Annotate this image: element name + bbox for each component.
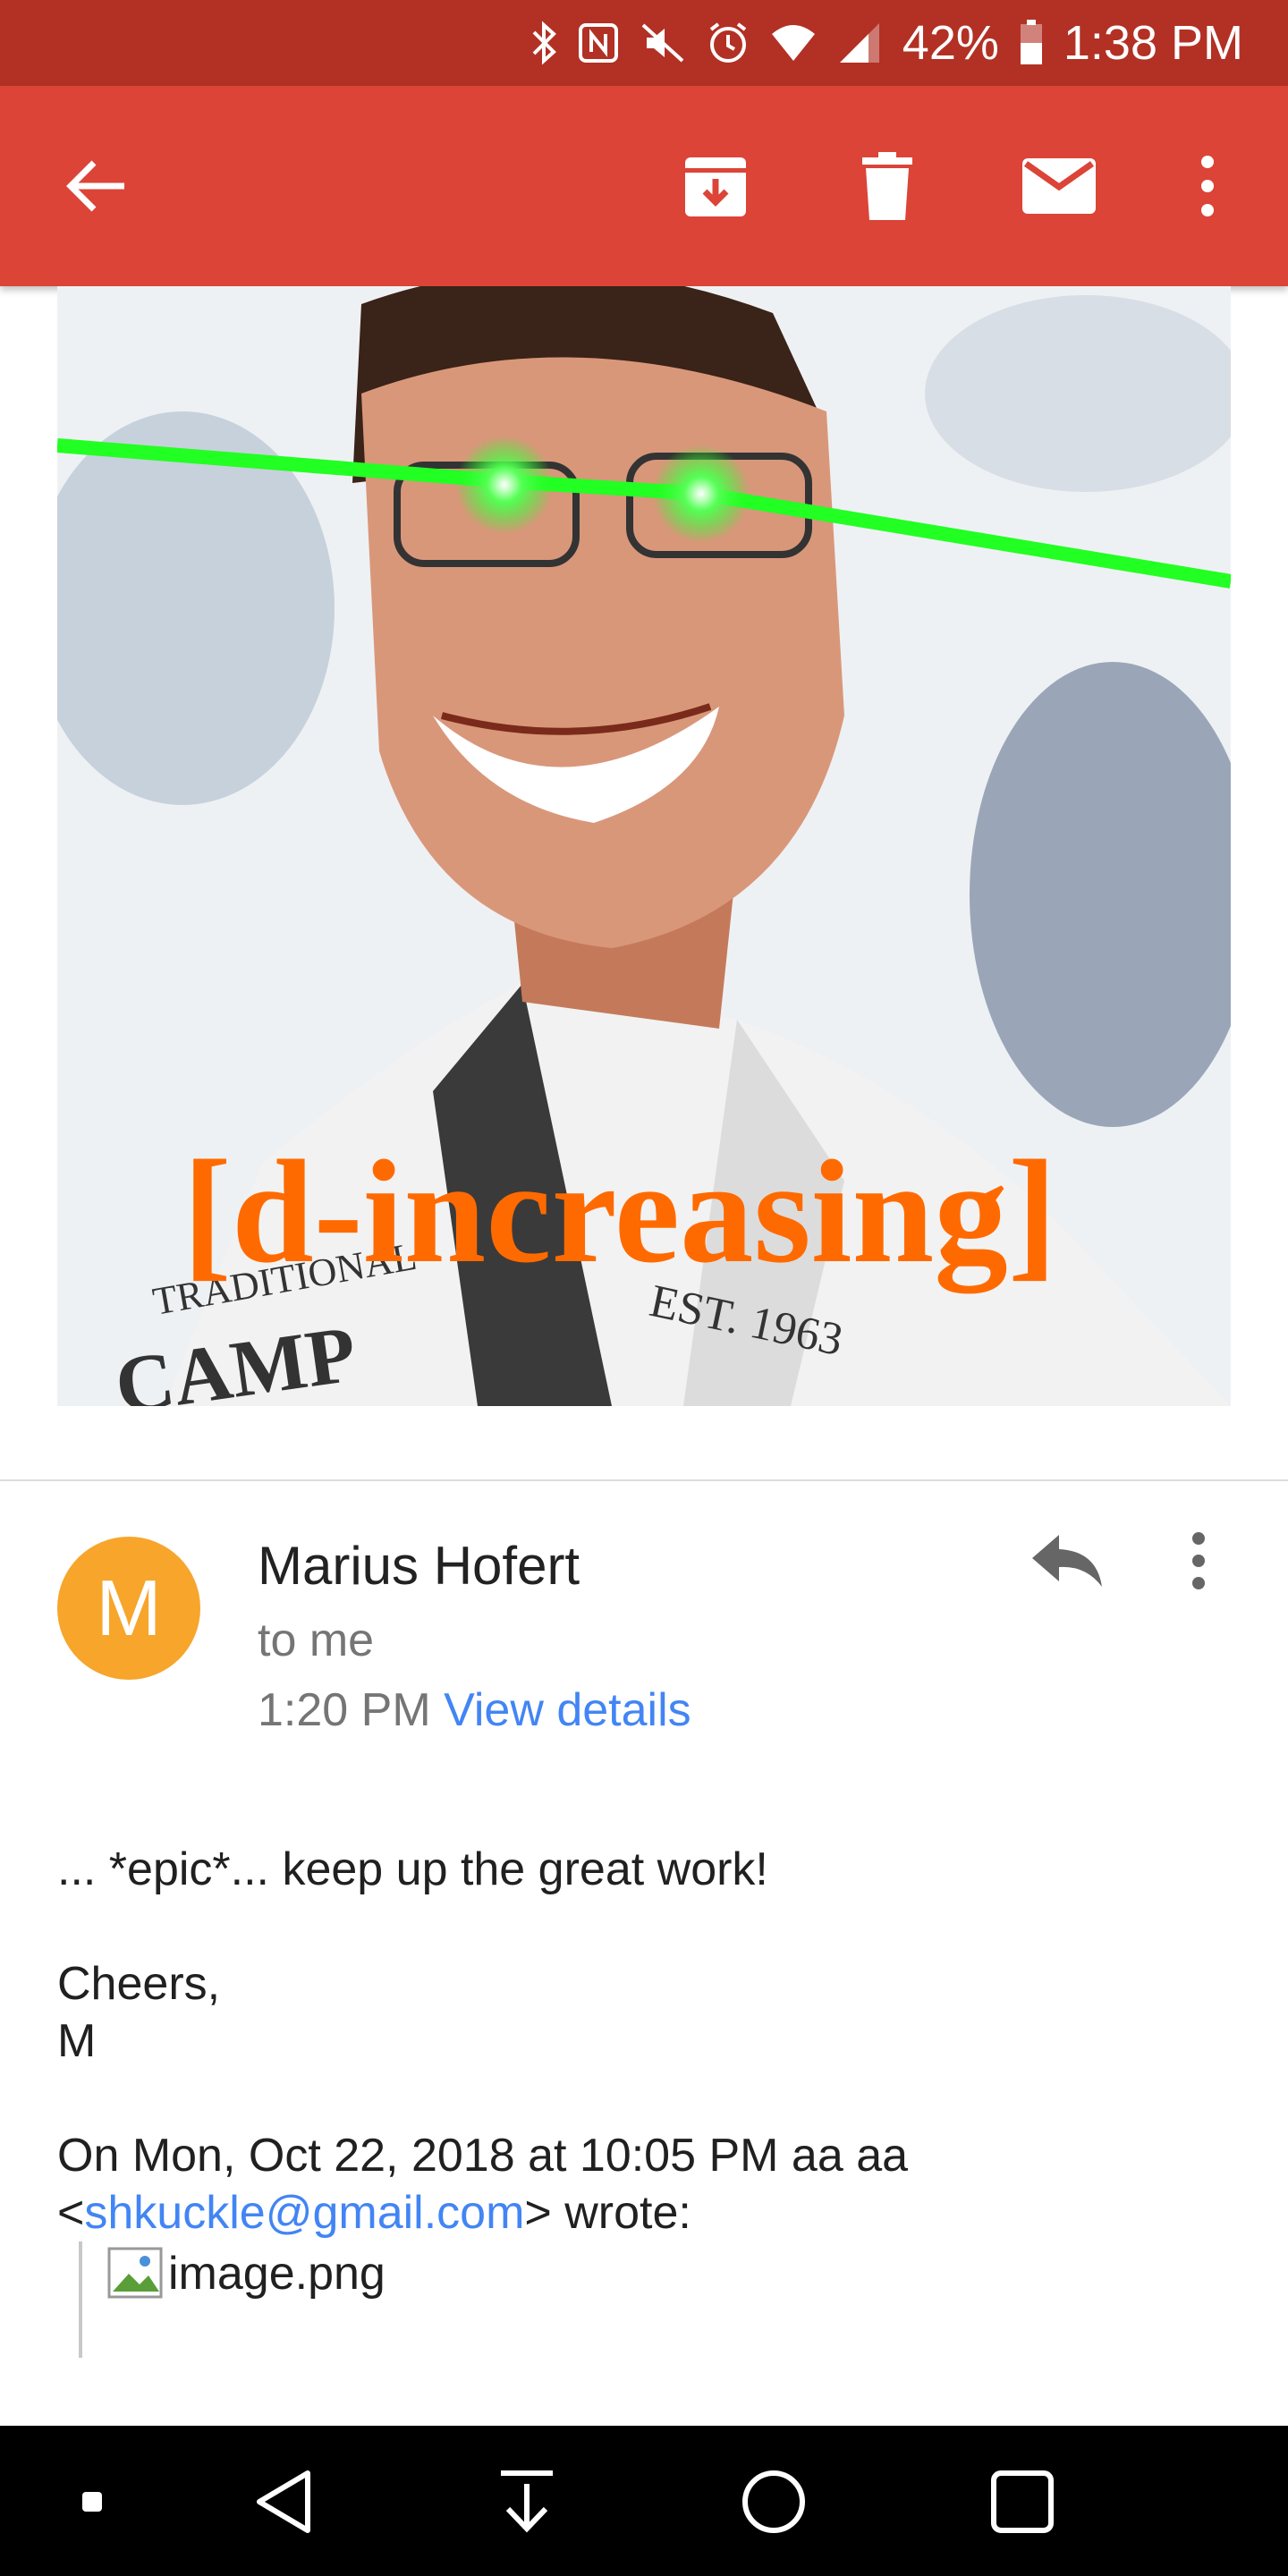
quote-bar <box>79 2241 82 2358</box>
message-divider <box>0 1479 1288 1481</box>
home-circle-icon <box>742 2470 805 2533</box>
nav-back-button[interactable] <box>243 2462 324 2542</box>
body-line: M <box>57 2015 97 2067</box>
recipient-label: to me <box>258 1614 375 1666</box>
email-link[interactable]: shkuckle@gmail.com <box>84 2187 524 2239</box>
reply-button[interactable] <box>1030 1531 1120 1603</box>
body-line: ... *epic*... keep up the great work! <box>57 1843 768 1895</box>
back-arrow-icon <box>66 160 124 212</box>
delete-icon <box>862 152 912 220</box>
back-button[interactable] <box>52 141 141 231</box>
mark-unread-button[interactable] <box>1014 141 1104 231</box>
quote-header-email-line: <shkuckle@gmail.com> wrote: <box>57 2186 691 2240</box>
meme-caption: [d-increasing] <box>182 1130 1057 1294</box>
message-more-button[interactable] <box>1190 1531 1243 1603</box>
archive-button[interactable] <box>671 141 760 231</box>
broken-image-icon <box>107 2247 163 2299</box>
sender-name: Marius Hofert <box>258 1536 580 1596</box>
bluetooth-icon <box>530 20 557 66</box>
body-line: Cheers, <box>57 1958 221 2010</box>
embedded-meme-image: TRADITIONAL EST. 1963 CAMP [d-increasing… <box>57 286 1231 1406</box>
reply-icon <box>1032 1535 1102 1587</box>
message-time: 1:20 PM <box>258 1684 431 1736</box>
battery-icon <box>1019 20 1044 66</box>
mark-unread-icon <box>1022 158 1096 214</box>
quote-header: On Mon, Oct 22, 2018 at 10:05 PM aa aa <box>57 2130 909 2182</box>
delete-button[interactable] <box>843 141 932 231</box>
app-bar <box>0 86 1288 286</box>
nav-dot-button[interactable] <box>52 2462 132 2542</box>
nav-recents-button[interactable] <box>982 2462 1063 2542</box>
battery-percent: 42% <box>902 16 999 70</box>
broken-image-placeholder: image.png <box>107 2247 386 2301</box>
back-triangle-icon <box>257 2470 310 2533</box>
download-arrow-icon <box>501 2470 553 2533</box>
view-details-link[interactable]: View details <box>444 1684 691 1736</box>
more-vert-icon <box>1201 156 1214 216</box>
avatar-letter: M <box>96 1563 162 1652</box>
meme-picture: TRADITIONAL EST. 1963 CAMP [d-increasing… <box>57 286 1231 1406</box>
message-time-row: 1:20 PM View details <box>258 1683 691 1737</box>
vibrate-mute-icon <box>640 21 686 64</box>
status-bar: 42% 1:38 PM <box>0 0 1288 86</box>
avatar[interactable]: M <box>57 1537 200 1680</box>
wifi-icon <box>770 23 817 63</box>
square-dot-icon <box>82 2492 102 2512</box>
alarm-icon <box>706 21 750 65</box>
system-nav-bar <box>0 2426 1288 2576</box>
recents-square-icon <box>991 2470 1054 2533</box>
archive-icon <box>685 157 746 216</box>
more-options-button[interactable] <box>1163 141 1252 231</box>
nfc-icon <box>577 21 620 64</box>
more-vert-icon <box>1192 1532 1205 1589</box>
image-alt-text: image.png <box>168 2248 386 2300</box>
nav-download-button[interactable] <box>487 2462 567 2542</box>
quote-lt: < <box>57 2187 85 2239</box>
signal-icon <box>836 21 883 64</box>
quote-wrote: > wrote: <box>524 2187 691 2239</box>
clock: 1:38 PM <box>1063 16 1243 70</box>
nav-home-button[interactable] <box>733 2462 814 2542</box>
